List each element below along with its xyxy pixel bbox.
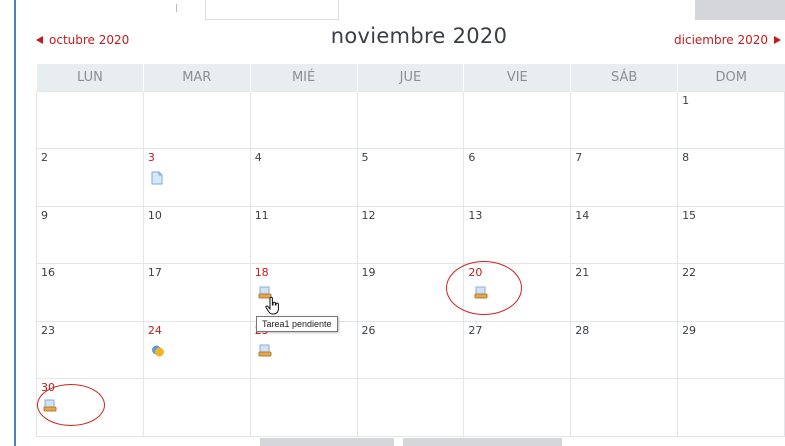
day-cell[interactable]: 13	[463, 205, 572, 264]
day-cell	[142, 90, 251, 149]
month-title: noviembre 2020	[330, 24, 508, 48]
day-cell	[249, 90, 358, 149]
weekday-header: MIÉ	[249, 64, 358, 91]
day-cell	[142, 378, 251, 437]
arrow-left-icon	[36, 36, 43, 44]
day-cell[interactable]: 28	[570, 320, 679, 379]
day-cell[interactable]: 3	[142, 148, 251, 207]
day-number: 13	[468, 208, 483, 222]
day-cell[interactable]: 21	[570, 263, 679, 322]
day-cell[interactable]: 26	[356, 320, 465, 379]
next-month-link[interactable]: diciembre 2020	[674, 33, 781, 47]
day-number: 19	[361, 266, 376, 279]
day-cell[interactable]: 4	[249, 148, 358, 207]
day-cell[interactable]: 10	[142, 205, 251, 264]
day-cell[interactable]: 8	[677, 148, 785, 207]
day-cell[interactable]: 9	[36, 205, 144, 264]
window-frame-edge	[14, 0, 16, 446]
week-row: 16 17 18 19 20 21 22	[36, 263, 785, 322]
day-cell	[463, 90, 572, 149]
day-cell[interactable]: 14	[570, 205, 679, 264]
day-cell[interactable]: 17	[142, 263, 251, 322]
day-number: 9	[41, 208, 48, 222]
day-cell[interactable]: 23	[36, 320, 144, 379]
day-cell[interactable]: 5	[356, 148, 465, 207]
weekday-header: SÁB	[570, 64, 678, 91]
day-number: 1	[682, 93, 690, 107]
day-number: 14	[575, 208, 590, 222]
bottom-button[interactable]	[260, 438, 394, 446]
day-number-link[interactable]: 3	[148, 151, 246, 164]
day-cell[interactable]: 11	[249, 205, 358, 264]
top-divider	[176, 4, 177, 12]
highlight-circle	[446, 261, 522, 315]
week-row: 1	[36, 90, 785, 149]
day-cell	[570, 90, 679, 149]
day-number: 7	[575, 151, 583, 164]
day-number: 29	[682, 323, 697, 337]
highlight-circle	[37, 384, 105, 426]
day-number: 16	[41, 266, 55, 279]
day-number: 12	[361, 208, 376, 222]
day-number: 2	[41, 151, 48, 164]
day-cell[interactable]: 22	[677, 263, 785, 322]
week-row: 30	[36, 378, 785, 437]
day-number: 4	[254, 151, 262, 164]
bottom-button[interactable]	[403, 438, 562, 446]
weekday-header: MAR	[142, 64, 251, 91]
day-cell	[677, 378, 785, 437]
day-number: 6	[468, 151, 476, 164]
day-number: 15	[682, 208, 697, 222]
day-cell	[570, 378, 679, 437]
top-tab[interactable]	[205, 0, 339, 20]
hand-cursor-icon	[264, 296, 282, 320]
month-navigation: octubre 2020 noviembre 2020 diciembre 20…	[36, 24, 785, 58]
day-cell[interactable]: 2	[36, 148, 144, 207]
prev-month-link[interactable]: octubre 2020	[36, 33, 129, 47]
day-number: 11	[254, 208, 269, 222]
day-cell	[36, 90, 144, 149]
day-number: 10	[147, 208, 162, 222]
day-cell[interactable]: 7	[570, 148, 679, 207]
weekday-header: DOM	[677, 64, 785, 91]
day-cell	[463, 378, 572, 437]
top-gray-bar	[695, 0, 785, 20]
weekday-header-row: LUN MAR MIÉ JUE VIE SÁB DOM	[36, 64, 785, 91]
day-number: 21	[575, 266, 590, 279]
week-row: 2 3 4 5 6 7 8	[36, 148, 785, 207]
week-row: 9 10 11 12 13 14 15	[36, 205, 785, 264]
day-cell	[356, 378, 465, 437]
day-cell	[249, 378, 358, 437]
document-icon[interactable]	[151, 171, 165, 185]
weekday-header: JUE	[356, 64, 464, 91]
prev-month-label: octubre 2020	[49, 33, 130, 47]
day-number-link[interactable]: 24	[148, 324, 246, 337]
day-cell[interactable]: 6	[463, 148, 572, 207]
day-cell[interactable]: 1	[677, 90, 785, 149]
day-number: 17	[147, 266, 162, 279]
next-month-label: diciembre 2020	[674, 33, 768, 47]
weekday-header: LUN	[36, 64, 144, 91]
day-number: 23	[41, 323, 55, 337]
assignment-icon[interactable]	[258, 344, 272, 358]
day-number: 5	[361, 151, 369, 164]
day-cell[interactable]: 27	[463, 320, 572, 379]
day-number: 26	[361, 323, 376, 337]
day-number: 28	[575, 323, 590, 337]
day-cell[interactable]: 15	[677, 205, 785, 264]
day-cell	[356, 90, 465, 149]
day-number-link[interactable]: 18	[255, 266, 353, 279]
arrow-right-icon	[774, 36, 781, 44]
weekday-header: VIE	[463, 64, 571, 91]
day-cell[interactable]: 12	[356, 205, 465, 264]
forum-icon[interactable]	[151, 344, 165, 358]
day-cell[interactable]: 24	[142, 320, 251, 379]
week-row: 23 24 25 26 27 28 29	[36, 320, 785, 379]
day-number: 22	[682, 266, 697, 279]
day-cell[interactable]: 16	[36, 263, 144, 322]
day-number: 27	[468, 323, 483, 337]
day-number: 8	[682, 151, 690, 164]
calendar-grid: LUN MAR MIÉ JUE VIE SÁB DOM 1 2 3 4 5 6 …	[36, 64, 785, 437]
day-cell[interactable]: 29	[677, 320, 785, 379]
